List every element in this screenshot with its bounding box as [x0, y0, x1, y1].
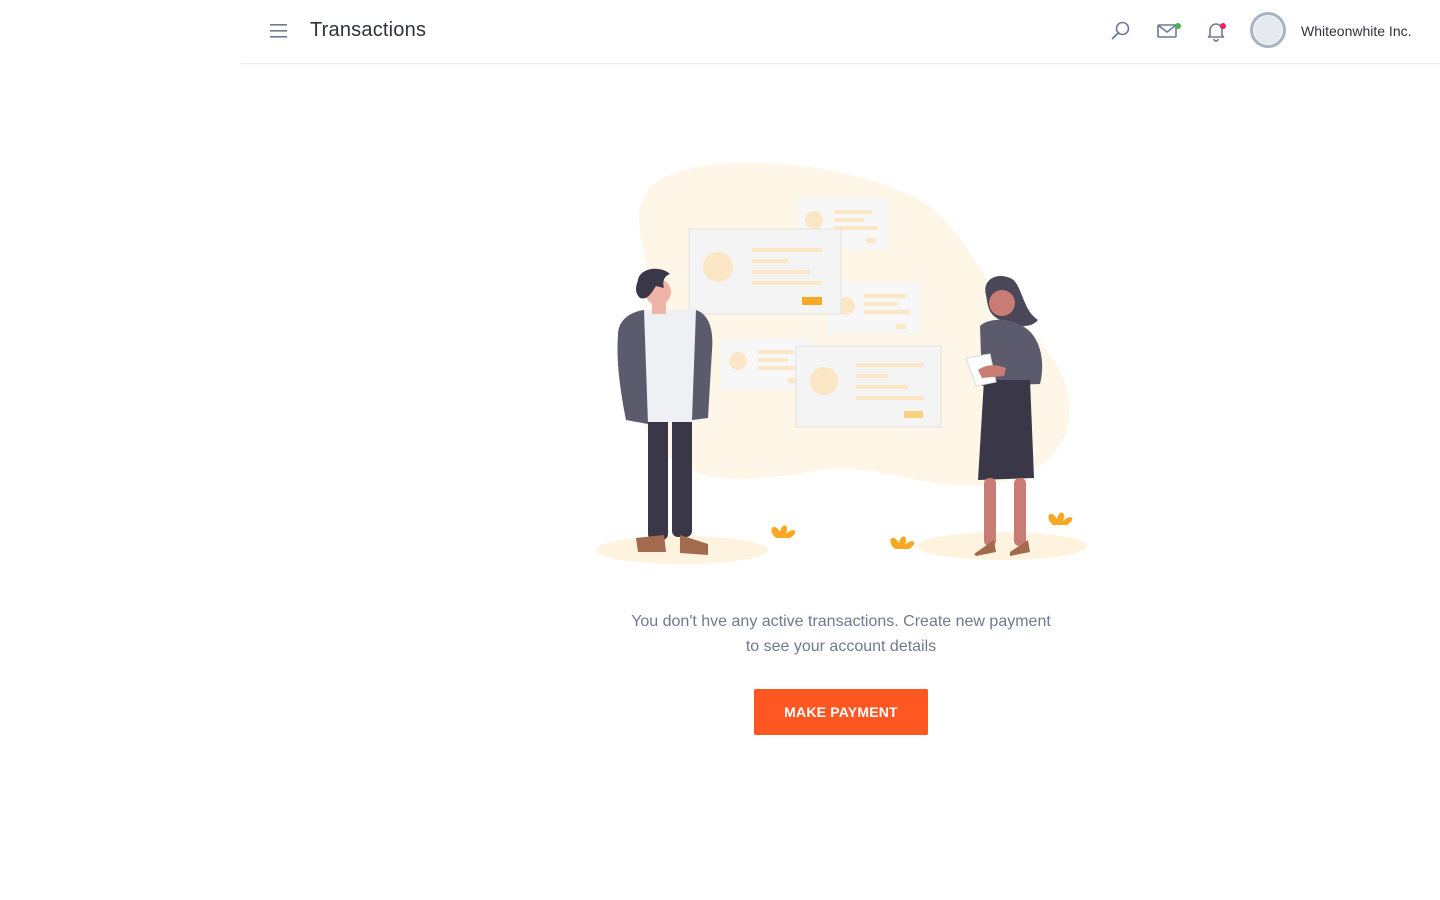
company-name[interactable]: Whiteonwhite Inc.	[1301, 23, 1412, 39]
top-app-bar: Transactions Whiteonwhite Inc.	[241, 0, 1440, 64]
empty-state-message-line1: You don't hve any active transactions. C…	[631, 613, 1051, 630]
search-icon[interactable]	[1109, 19, 1133, 43]
empty-state-message-line2: to see your account details	[745, 638, 937, 655]
empty-state-message: You don't hve any active transactions. C…	[600, 609, 1082, 659]
notification-dot	[1220, 23, 1226, 29]
empty-state-illustration	[590, 160, 1090, 580]
sidebar	[0, 0, 241, 900]
avatar[interactable]	[1250, 12, 1286, 48]
make-payment-button[interactable]: MAKE PAYMENT	[754, 689, 928, 735]
bell-icon[interactable]	[1204, 19, 1228, 43]
menu-icon[interactable]	[269, 22, 291, 40]
mail-icon[interactable]	[1156, 19, 1181, 43]
mail-unread-dot	[1175, 23, 1181, 29]
page-title: Transactions	[310, 19, 427, 41]
